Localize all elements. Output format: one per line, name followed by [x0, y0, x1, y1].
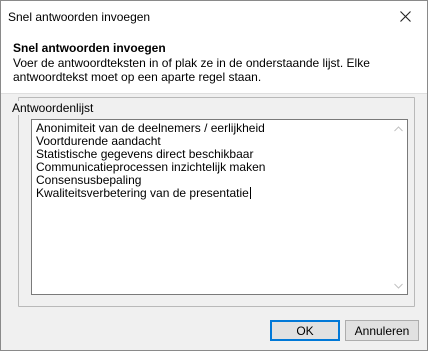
answer-line-last: Kwaliteitsverbetering van de presentatie [36, 187, 386, 200]
ok-button[interactable]: OK [270, 320, 340, 341]
close-icon [399, 10, 411, 22]
text-caret [249, 187, 251, 199]
header-title: Snel antwoorden invoegen [13, 41, 166, 55]
window-title: Snel antwoorden invoegen [8, 10, 151, 24]
scroll-up-button[interactable] [390, 120, 407, 137]
scroll-down-button[interactable] [390, 277, 407, 294]
answer-list-textarea[interactable]: Anonimiteit van de deelnemers / eerlijkh… [31, 119, 408, 295]
dialog-window: Snel antwoorden invoegen Snel antwoorden… [0, 0, 428, 351]
answer-line-text: Kwaliteitsverbetering van de presentatie [36, 186, 249, 200]
answer-lines: Anonimiteit van de deelnemers / eerlijkh… [36, 122, 386, 200]
close-button[interactable] [383, 1, 427, 31]
chevron-down-icon [394, 283, 403, 289]
header-panel: Snel antwoorden invoegen Voer de antwoor… [1, 31, 427, 94]
chevron-up-icon [394, 125, 403, 131]
cancel-button[interactable]: Annuleren [345, 320, 419, 341]
answer-list-label: Antwoordenlijst [11, 101, 95, 115]
vertical-scrollbar[interactable] [390, 120, 407, 294]
title-bar: Snel antwoorden invoegen [1, 1, 427, 31]
header-description: Voer de antwoordteksten in of plak ze in… [13, 56, 370, 84]
